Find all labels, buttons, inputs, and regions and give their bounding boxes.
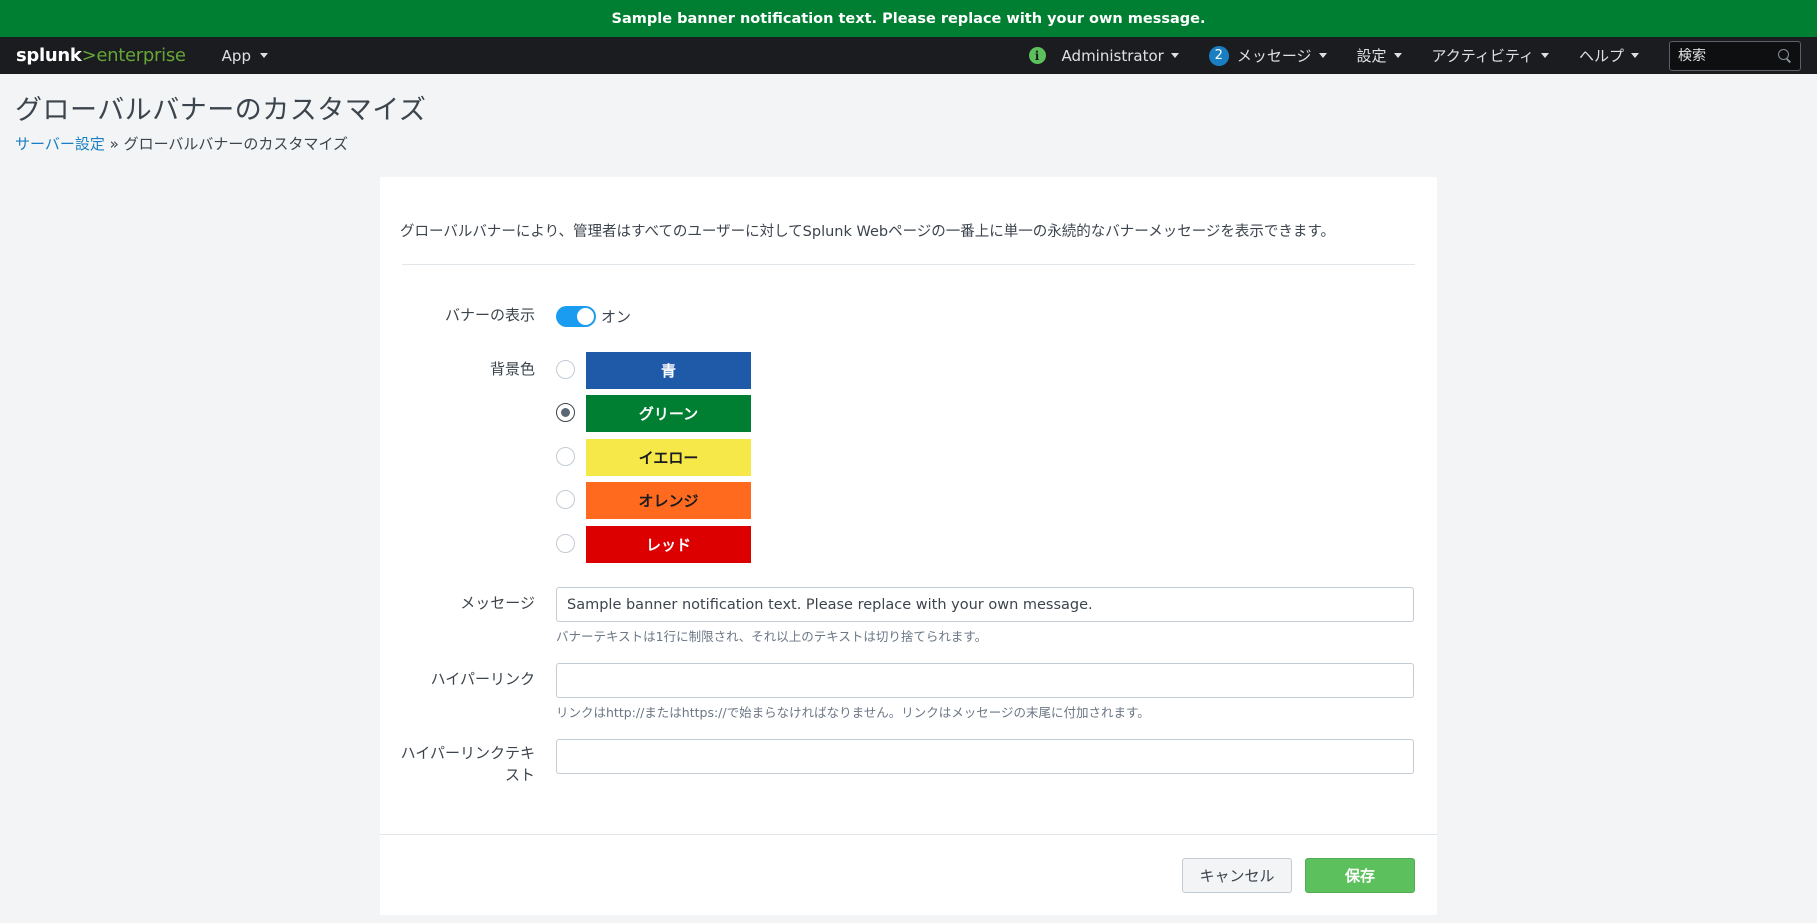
global-banner-text: Sample banner notification text. Please … [611,10,1206,27]
caret-down-icon [1393,53,1402,58]
message-input[interactable] [556,587,1414,622]
global-banner: Sample banner notification text. Please … [0,0,1817,37]
color-radio-orange[interactable] [556,490,575,509]
intro-text: グローバルバナーにより、管理者はすべてのユーザーに対してSplunk Webペー… [400,224,1335,240]
help-menu[interactable]: ヘルプ [1579,45,1639,66]
caret-down-icon [1170,53,1179,58]
hyperlink-input[interactable] [556,663,1414,698]
activity-menu-label: アクティビティ [1431,47,1534,65]
user-menu[interactable]: Administrator [1062,47,1179,65]
hyperlink-text-label: ハイパーリンクテキスト [400,744,535,784]
footer-divider [380,834,1437,835]
info-status-icon[interactable]: i [1028,47,1046,64]
messages-menu-label: メッセージ [1236,47,1312,65]
color-radio-green[interactable] [556,403,575,422]
caret-down-icon [259,53,268,58]
divider [402,264,1415,265]
color-radio-red[interactable] [556,534,575,553]
color-swatch-green[interactable]: グリーン [586,395,751,432]
breadcrumb-current: グローバルバナーのカスタマイズ [123,135,348,153]
top-navigation: splunk > enterprise App i Administrator … [0,37,1817,74]
color-swatch-orange[interactable]: オレンジ [586,482,751,519]
page-title: グローバルバナーのカスタマイズ [15,95,427,126]
message-label: メッセージ [460,594,535,612]
color-swatch-label: グリーン [638,405,699,423]
hyperlink-help-text: リンクはhttp://またはhttps://で始まらなければなりません。リンクは… [556,705,1150,720]
search-input[interactable] [1678,47,1778,64]
color-swatch-yellow[interactable]: イエロー [586,439,751,476]
app-menu[interactable]: App [222,47,268,65]
color-swatch-label: イエロー [638,449,699,467]
background-color-label: 背景色 [489,360,535,378]
toggle-knob [577,308,594,325]
logo-enterprise: enterprise [96,45,186,66]
message-help-text: バナーテキストは1行に制限され、それ以上のテキストは切り捨てられます。 [556,629,988,644]
color-swatch-red[interactable]: レッド [586,526,751,563]
show-banner-label: バナーの表示 [444,306,535,324]
cancel-button[interactable]: キャンセル [1182,858,1292,893]
save-button[interactable]: 保存 [1305,858,1415,893]
color-swatch-blue[interactable]: 青 [586,352,751,389]
caret-down-icon [1318,53,1327,58]
hyperlink-text-input[interactable] [556,739,1414,774]
search-icon[interactable] [1778,48,1792,63]
breadcrumb: サーバー設定 » グローバルバナーのカスタマイズ [15,133,348,154]
show-banner-toggle[interactable] [556,306,596,327]
hyperlink-label: ハイパーリンク [430,670,535,688]
global-banner-settings-card: グローバルバナーにより、管理者はすべてのユーザーに対してSplunk Webペー… [380,177,1437,915]
help-menu-label: ヘルプ [1578,47,1624,65]
caret-down-icon [1631,53,1639,58]
show-banner-state: オン [601,308,632,326]
settings-menu-label: 設定 [1356,47,1387,65]
user-menu-label: Administrator [1061,46,1164,65]
splunk-logo[interactable]: splunk > enterprise [16,45,186,66]
color-swatch-label: オレンジ [638,492,699,510]
caret-down-icon [1540,53,1549,58]
color-radio-yellow[interactable] [556,447,575,466]
color-swatch-label: 青 [660,362,676,380]
settings-menu[interactable]: 設定 [1357,45,1402,66]
app-menu-label: App [221,46,251,65]
color-radio-blue[interactable] [556,360,575,379]
logo-chevron: > [81,45,97,66]
messages-count-badge: 2 [1208,45,1229,66]
breadcrumb-separator: » [104,135,124,153]
logo-splunk: splunk [16,45,82,66]
color-swatch-label: レッド [645,536,691,554]
search-box [1669,40,1801,71]
breadcrumb-server-settings-link[interactable]: サーバー設定 [15,135,105,153]
activity-menu[interactable]: アクティビティ [1432,45,1549,66]
messages-menu[interactable]: 2 メッセージ [1208,45,1327,66]
